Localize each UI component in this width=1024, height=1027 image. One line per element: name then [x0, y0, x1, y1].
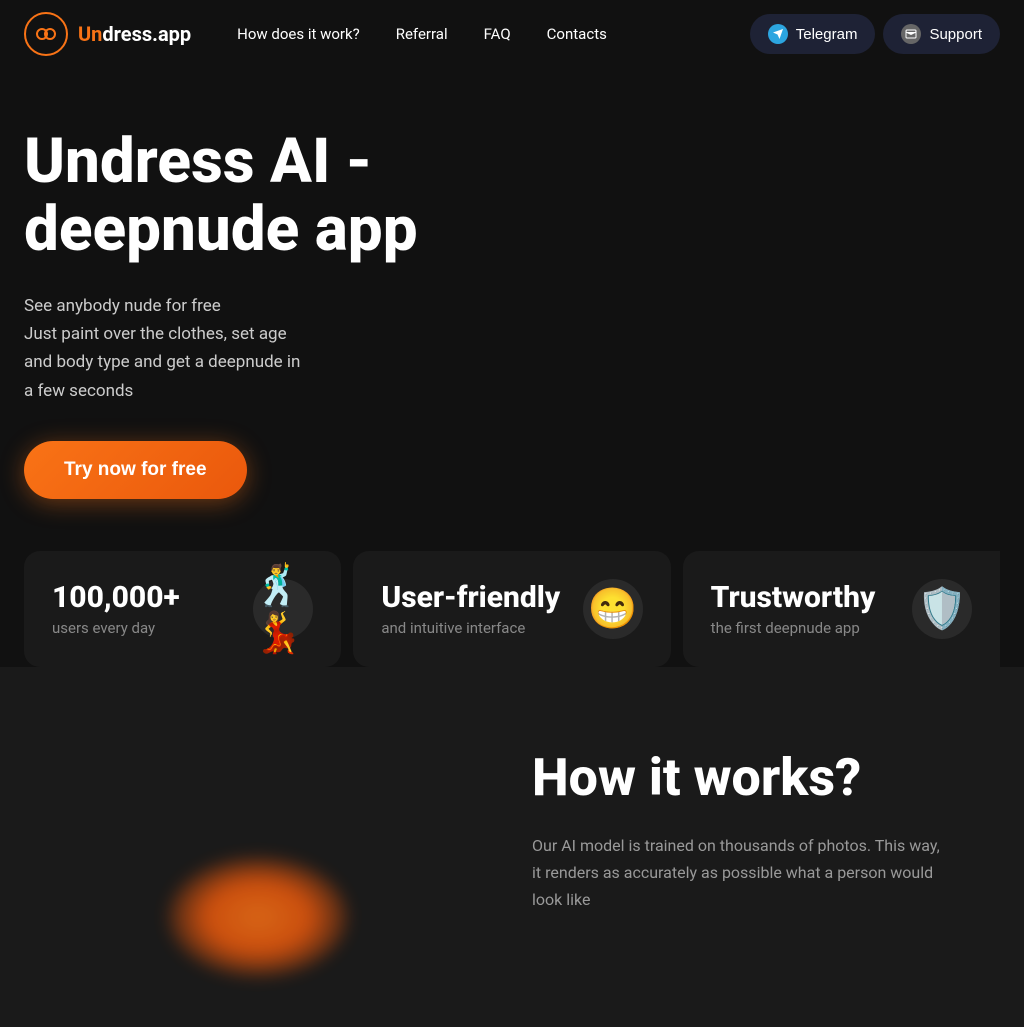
logo[interactable]: Undress.app: [24, 12, 191, 56]
nav-links: How does it work? Referral FAQ Contacts: [223, 17, 734, 51]
logo-icon: [24, 12, 68, 56]
how-section: How it works? Our AI model is trained on…: [0, 667, 1024, 1027]
stat-label-trust: the first deepnude app: [711, 619, 876, 637]
how-description: Our AI model is trained on thousands of …: [532, 832, 952, 914]
hero-description: See anybody nude for free Just paint ove…: [24, 292, 384, 404]
support-button[interactable]: Support: [883, 14, 1000, 54]
stat-emoji-trust: 🛡️: [912, 579, 972, 639]
stat-number-friendly: User-friendly: [381, 580, 560, 615]
support-icon: [901, 24, 921, 44]
hero-section: Undress AI - deepnude app See anybody nu…: [0, 68, 1024, 667]
how-left: [24, 747, 492, 967]
stat-card-users: 100,000+ users every day 🕺💃: [24, 551, 341, 667]
nav-referral[interactable]: Referral: [382, 17, 462, 51]
orange-blob: [168, 857, 348, 977]
support-label: Support: [929, 26, 982, 43]
stat-card-trustworthy: Trustworthy the first deepnude app 🛡️: [683, 551, 1000, 667]
hero-title: Undress AI - deepnude app: [24, 128, 524, 264]
nav-actions: Telegram Support: [750, 14, 1000, 54]
telegram-label: Telegram: [796, 26, 858, 43]
stat-card-friendly: User-friendly and intuitive interface 😁: [353, 551, 670, 667]
navbar: Undress.app How does it work? Referral F…: [0, 0, 1024, 68]
stats-row: 100,000+ users every day 🕺💃 User-friendl…: [24, 551, 1000, 667]
stat-number-users: 100,000+: [52, 580, 180, 615]
nav-contacts[interactable]: Contacts: [533, 17, 621, 51]
stat-label-users: users every day: [52, 619, 180, 637]
stat-emoji-users: 🕺💃: [253, 579, 313, 639]
logo-text: Undress.app: [78, 22, 191, 46]
nav-faq[interactable]: FAQ: [470, 17, 525, 51]
cta-button[interactable]: Try now for free: [24, 441, 247, 499]
how-title: How it works?: [532, 747, 1000, 808]
nav-how-it-works[interactable]: How does it work?: [223, 17, 374, 51]
stat-number-trust: Trustworthy: [711, 580, 876, 615]
telegram-button[interactable]: Telegram: [750, 14, 876, 54]
stat-label-friendly: and intuitive interface: [381, 619, 560, 637]
telegram-icon: [768, 24, 788, 44]
how-right: How it works? Our AI model is trained on…: [492, 747, 1000, 967]
stat-emoji-friendly: 😁: [583, 579, 643, 639]
